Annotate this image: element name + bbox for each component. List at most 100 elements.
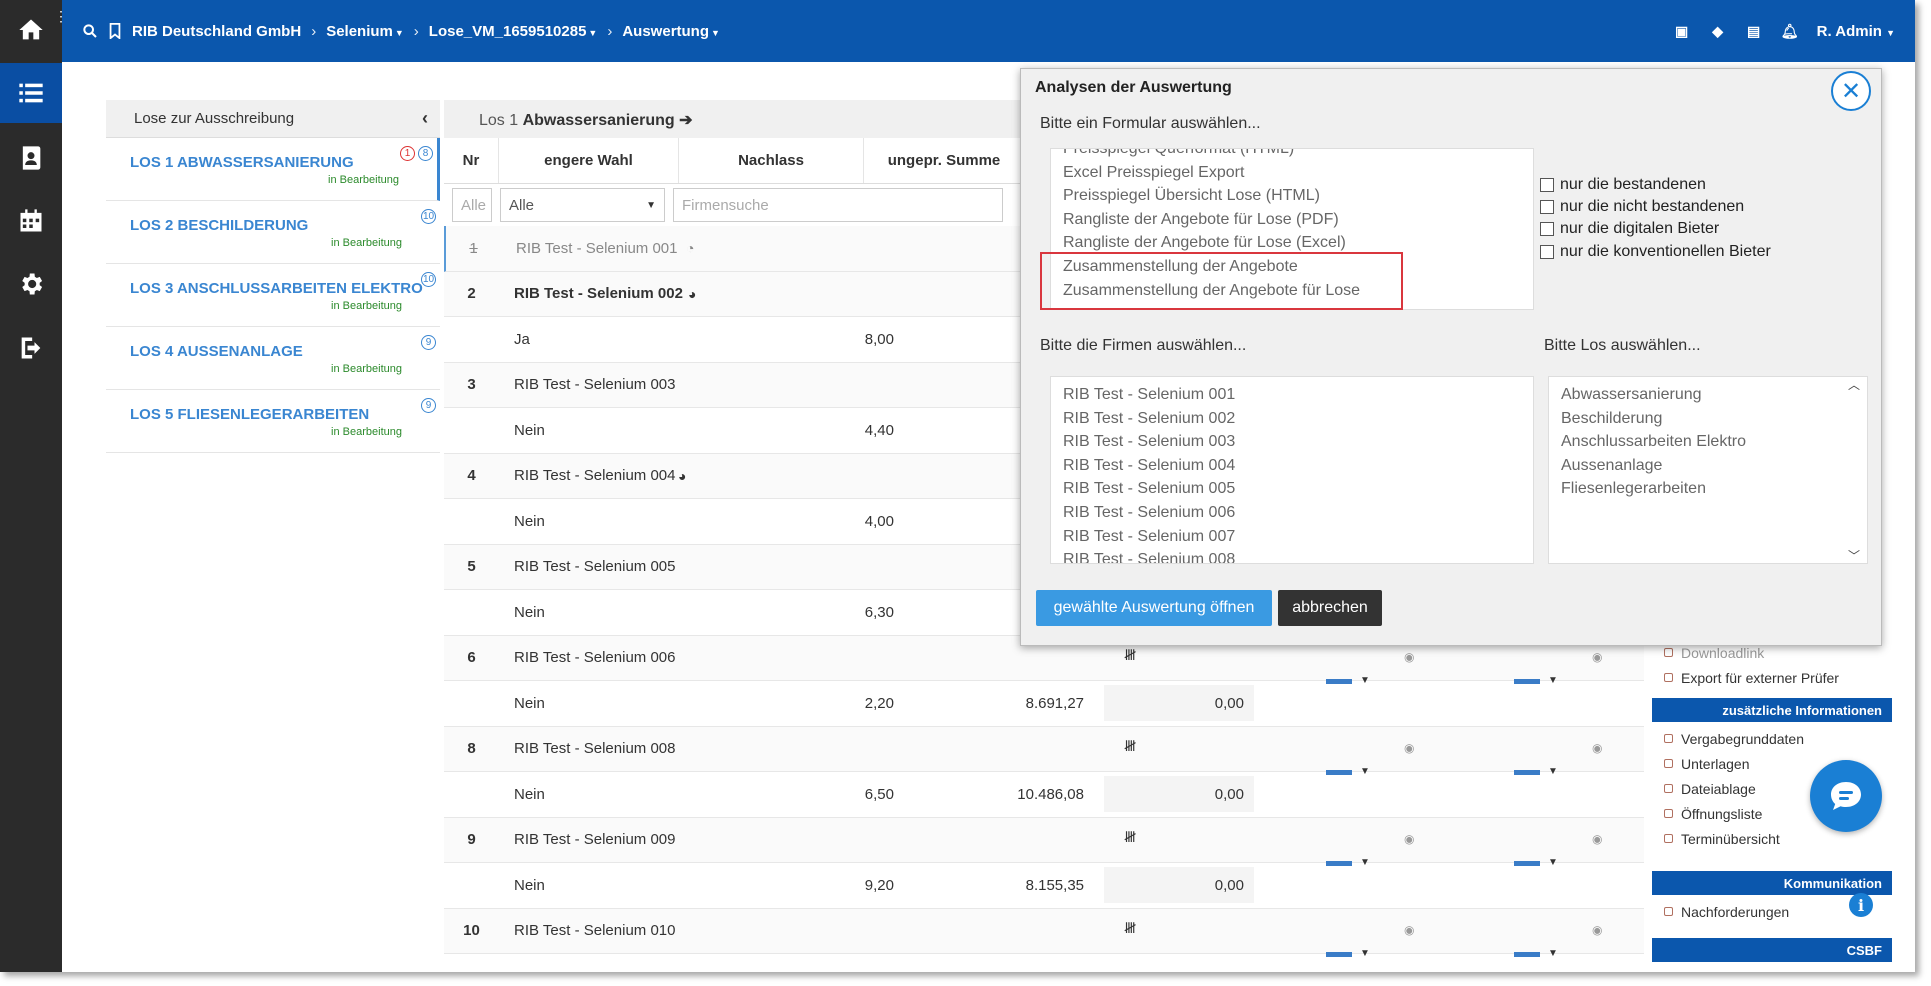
- count-badge: 10: [421, 272, 436, 287]
- comment-icon[interactable]: ◉: [1404, 923, 1414, 937]
- filter-checkbox[interactable]: nur die konventionellen Bieter: [1540, 243, 1771, 261]
- nav-settings[interactable]: [0, 254, 62, 314]
- form-option[interactable]: Excel Preisspiegel Export: [1051, 161, 1533, 185]
- filter-checkbox[interactable]: nur die digitalen Bieter: [1540, 220, 1719, 238]
- lots-scrollbar[interactable]: ︿ ﹀: [1848, 376, 1864, 564]
- rating-bar: [1326, 770, 1352, 775]
- lot-option[interactable]: Beschilderung: [1549, 407, 1867, 431]
- filter-checkbox[interactable]: nur die bestandenen: [1540, 176, 1706, 194]
- filter-wahl-select[interactable]: Alle ▼: [500, 188, 665, 222]
- lot-option[interactable]: Aussenanlage: [1549, 454, 1867, 478]
- comment-icon[interactable]: ◉: [1592, 650, 1602, 664]
- crumb-project[interactable]: Selenium ▼: [326, 23, 404, 40]
- row-firm: RIB Test - Selenium 006: [514, 649, 676, 667]
- comment-icon[interactable]: ◉: [1404, 650, 1414, 664]
- chevron-down-icon[interactable]: ▼: [1360, 857, 1370, 868]
- document-icon[interactable]: ▤: [1745, 22, 1763, 40]
- row-nr: 5: [467, 558, 476, 576]
- crumb-procedure[interactable]: Lose_VM_1659510285 ▼: [429, 23, 598, 40]
- side-link[interactable]: Vergabegrunddaten: [1652, 726, 1892, 751]
- col-nachlass[interactable]: Nachlass: [679, 138, 864, 183]
- close-button[interactable]: ✕: [1831, 71, 1871, 111]
- firm-option[interactable]: RIB Test - Selenium 005: [1051, 477, 1533, 501]
- side-link[interactable]: Export für externer Prüfer: [1652, 665, 1892, 690]
- chevron-down-icon[interactable]: ▼: [1548, 857, 1558, 868]
- table-row[interactable]: ▼ ▼: [444, 948, 1644, 972]
- user-menu[interactable]: R. Admin ▼: [1817, 23, 1895, 40]
- crumb-company[interactable]: RIB Deutschland GmbH: [132, 23, 301, 40]
- firm-option[interactable]: RIB Test - Selenium 006: [1051, 501, 1533, 525]
- firm-option[interactable]: RIB Test - Selenium 001: [1051, 383, 1533, 407]
- col-wahl[interactable]: engere Wahl: [499, 138, 679, 183]
- table-row[interactable]: Nein 2,20 8.691,27 0,00 ▼ ▼: [444, 675, 1644, 727]
- chevron-down-icon[interactable]: ﹀: [1848, 547, 1860, 564]
- lot-option[interactable]: Anschlussarbeiten Elektro: [1549, 430, 1867, 454]
- firm-option[interactable]: RIB Test - Selenium 002: [1051, 407, 1533, 431]
- chat-button[interactable]: [1810, 760, 1882, 832]
- nav-logout[interactable]: [0, 318, 62, 378]
- chevron-up-icon[interactable]: ︿: [1848, 376, 1860, 393]
- chevron-down-icon[interactable]: ▼: [1548, 766, 1558, 777]
- collapse-chevron-icon[interactable]: ‹: [422, 108, 428, 129]
- lot-item-1[interactable]: LOS 1 ABWASSERSANIERUNG in Bearbeitung 1…: [106, 138, 440, 201]
- table-row[interactable]: 9 RIB Test - Selenium 009 𝍸 ◉ ◉: [444, 817, 1644, 863]
- row-wahl: Nein: [514, 876, 545, 894]
- filter-checkbox[interactable]: nur die nicht bestandenen: [1540, 198, 1744, 216]
- comment-icon[interactable]: ◉: [1592, 741, 1602, 755]
- nav-calendar[interactable]: [0, 191, 62, 251]
- lot-item-5[interactable]: LOS 5 FLIESENLEGERARBEITEN in Bearbeitun…: [106, 390, 440, 453]
- comment-icon[interactable]: ◉: [1592, 832, 1602, 846]
- form-option[interactable]: Preisspiegel Querformat (HTML): [1051, 149, 1533, 161]
- chevron-down-icon: ▼: [1886, 27, 1895, 38]
- firm-option[interactable]: RIB Test - Selenium 004: [1051, 454, 1533, 478]
- lot-item-4[interactable]: LOS 4 AUSSENANLAGE in Bearbeitung 9: [106, 327, 440, 390]
- nav-contacts[interactable]: [0, 128, 62, 188]
- info-icon[interactable]: i: [1849, 893, 1873, 917]
- chevron-down-icon[interactable]: ▼: [1360, 675, 1370, 686]
- row-extra: 0,00: [1104, 867, 1254, 904]
- table-row[interactable]: Nein 6,50 10.486,08 0,00 ▼ ▼: [444, 766, 1644, 818]
- col-nr[interactable]: Nr: [444, 138, 499, 183]
- tally-icon: 𝍸: [1124, 738, 1137, 756]
- nav-list[interactable]: [0, 63, 62, 123]
- chevron-down-icon[interactable]: ▼: [1360, 766, 1370, 777]
- search-icon[interactable]: [82, 23, 98, 39]
- row-wahl: Nein: [514, 785, 545, 803]
- highlight-box: [1040, 252, 1403, 310]
- puzzle-icon[interactable]: ▣: [1673, 22, 1691, 40]
- firms-listbox[interactable]: RIB Test - Selenium 001 RIB Test - Selen…: [1050, 376, 1534, 564]
- bookmark-icon[interactable]: [108, 23, 122, 39]
- firm-option[interactable]: RIB Test - Selenium 007: [1051, 525, 1533, 549]
- table-row[interactable]: 8 RIB Test - Selenium 008 𝍸 ◉ ◉: [444, 726, 1644, 772]
- firm-option[interactable]: RIB Test - Selenium 003: [1051, 430, 1533, 454]
- comment-icon[interactable]: ◉: [1592, 923, 1602, 937]
- firm-search-input[interactable]: Firmensuche: [673, 188, 1003, 222]
- chevron-down-icon[interactable]: ▼: [1360, 948, 1370, 959]
- extension-icon[interactable]: ◆: [1709, 22, 1727, 40]
- chevron-down-icon[interactable]: ▼: [1548, 675, 1558, 686]
- lot-option[interactable]: Abwassersanierung: [1549, 383, 1867, 407]
- lot-item-3[interactable]: LOS 3 ANSCHLUSSARBEITEN ELEKTRO in Bearb…: [106, 264, 440, 327]
- lots-listbox[interactable]: Abwassersanierung Beschilderung Anschlus…: [1548, 376, 1868, 564]
- more-dots-icon[interactable]: ⋮: [54, 8, 68, 25]
- comment-icon[interactable]: ◉: [1404, 832, 1414, 846]
- open-evaluation-button[interactable]: gewählte Auswertung öffnen: [1036, 590, 1272, 626]
- bell-icon[interactable]: 🔔︎: [1781, 22, 1799, 40]
- table-row[interactable]: 10 RIB Test - Selenium 010 𝍸 ◉ ◉: [444, 908, 1644, 954]
- col-summe[interactable]: ungepr. Summe: [864, 138, 1024, 183]
- cancel-button[interactable]: abbrechen: [1278, 590, 1382, 626]
- form-option[interactable]: Rangliste der Angebote für Lose (PDF): [1051, 208, 1533, 232]
- crumb-evaluation[interactable]: Auswertung ▼: [622, 23, 720, 40]
- filter-nr-input[interactable]: Alle: [452, 188, 492, 222]
- digital-bidder-icon: ◕: [678, 467, 687, 484]
- form-option[interactable]: Preisspiegel Übersicht Lose (HTML): [1051, 184, 1533, 208]
- doc-icon: [1664, 673, 1673, 682]
- form-select-label: Bitte ein Formular auswählen...: [1040, 115, 1261, 132]
- chevron-down-icon[interactable]: ▼: [1548, 948, 1558, 959]
- comment-icon[interactable]: ◉: [1404, 741, 1414, 755]
- table-row[interactable]: Nein 9,20 8.155,35 0,00 ▼ ▼: [444, 857, 1644, 909]
- lot-option[interactable]: Fliesenlegerarbeiten: [1549, 477, 1867, 501]
- lot-item-2[interactable]: LOS 2 BESCHILDERUNG in Bearbeitung 10: [106, 201, 440, 264]
- firm-option[interactable]: RIB Test - Selenium 008: [1051, 548, 1533, 563]
- nav-home[interactable]: [0, 0, 62, 60]
